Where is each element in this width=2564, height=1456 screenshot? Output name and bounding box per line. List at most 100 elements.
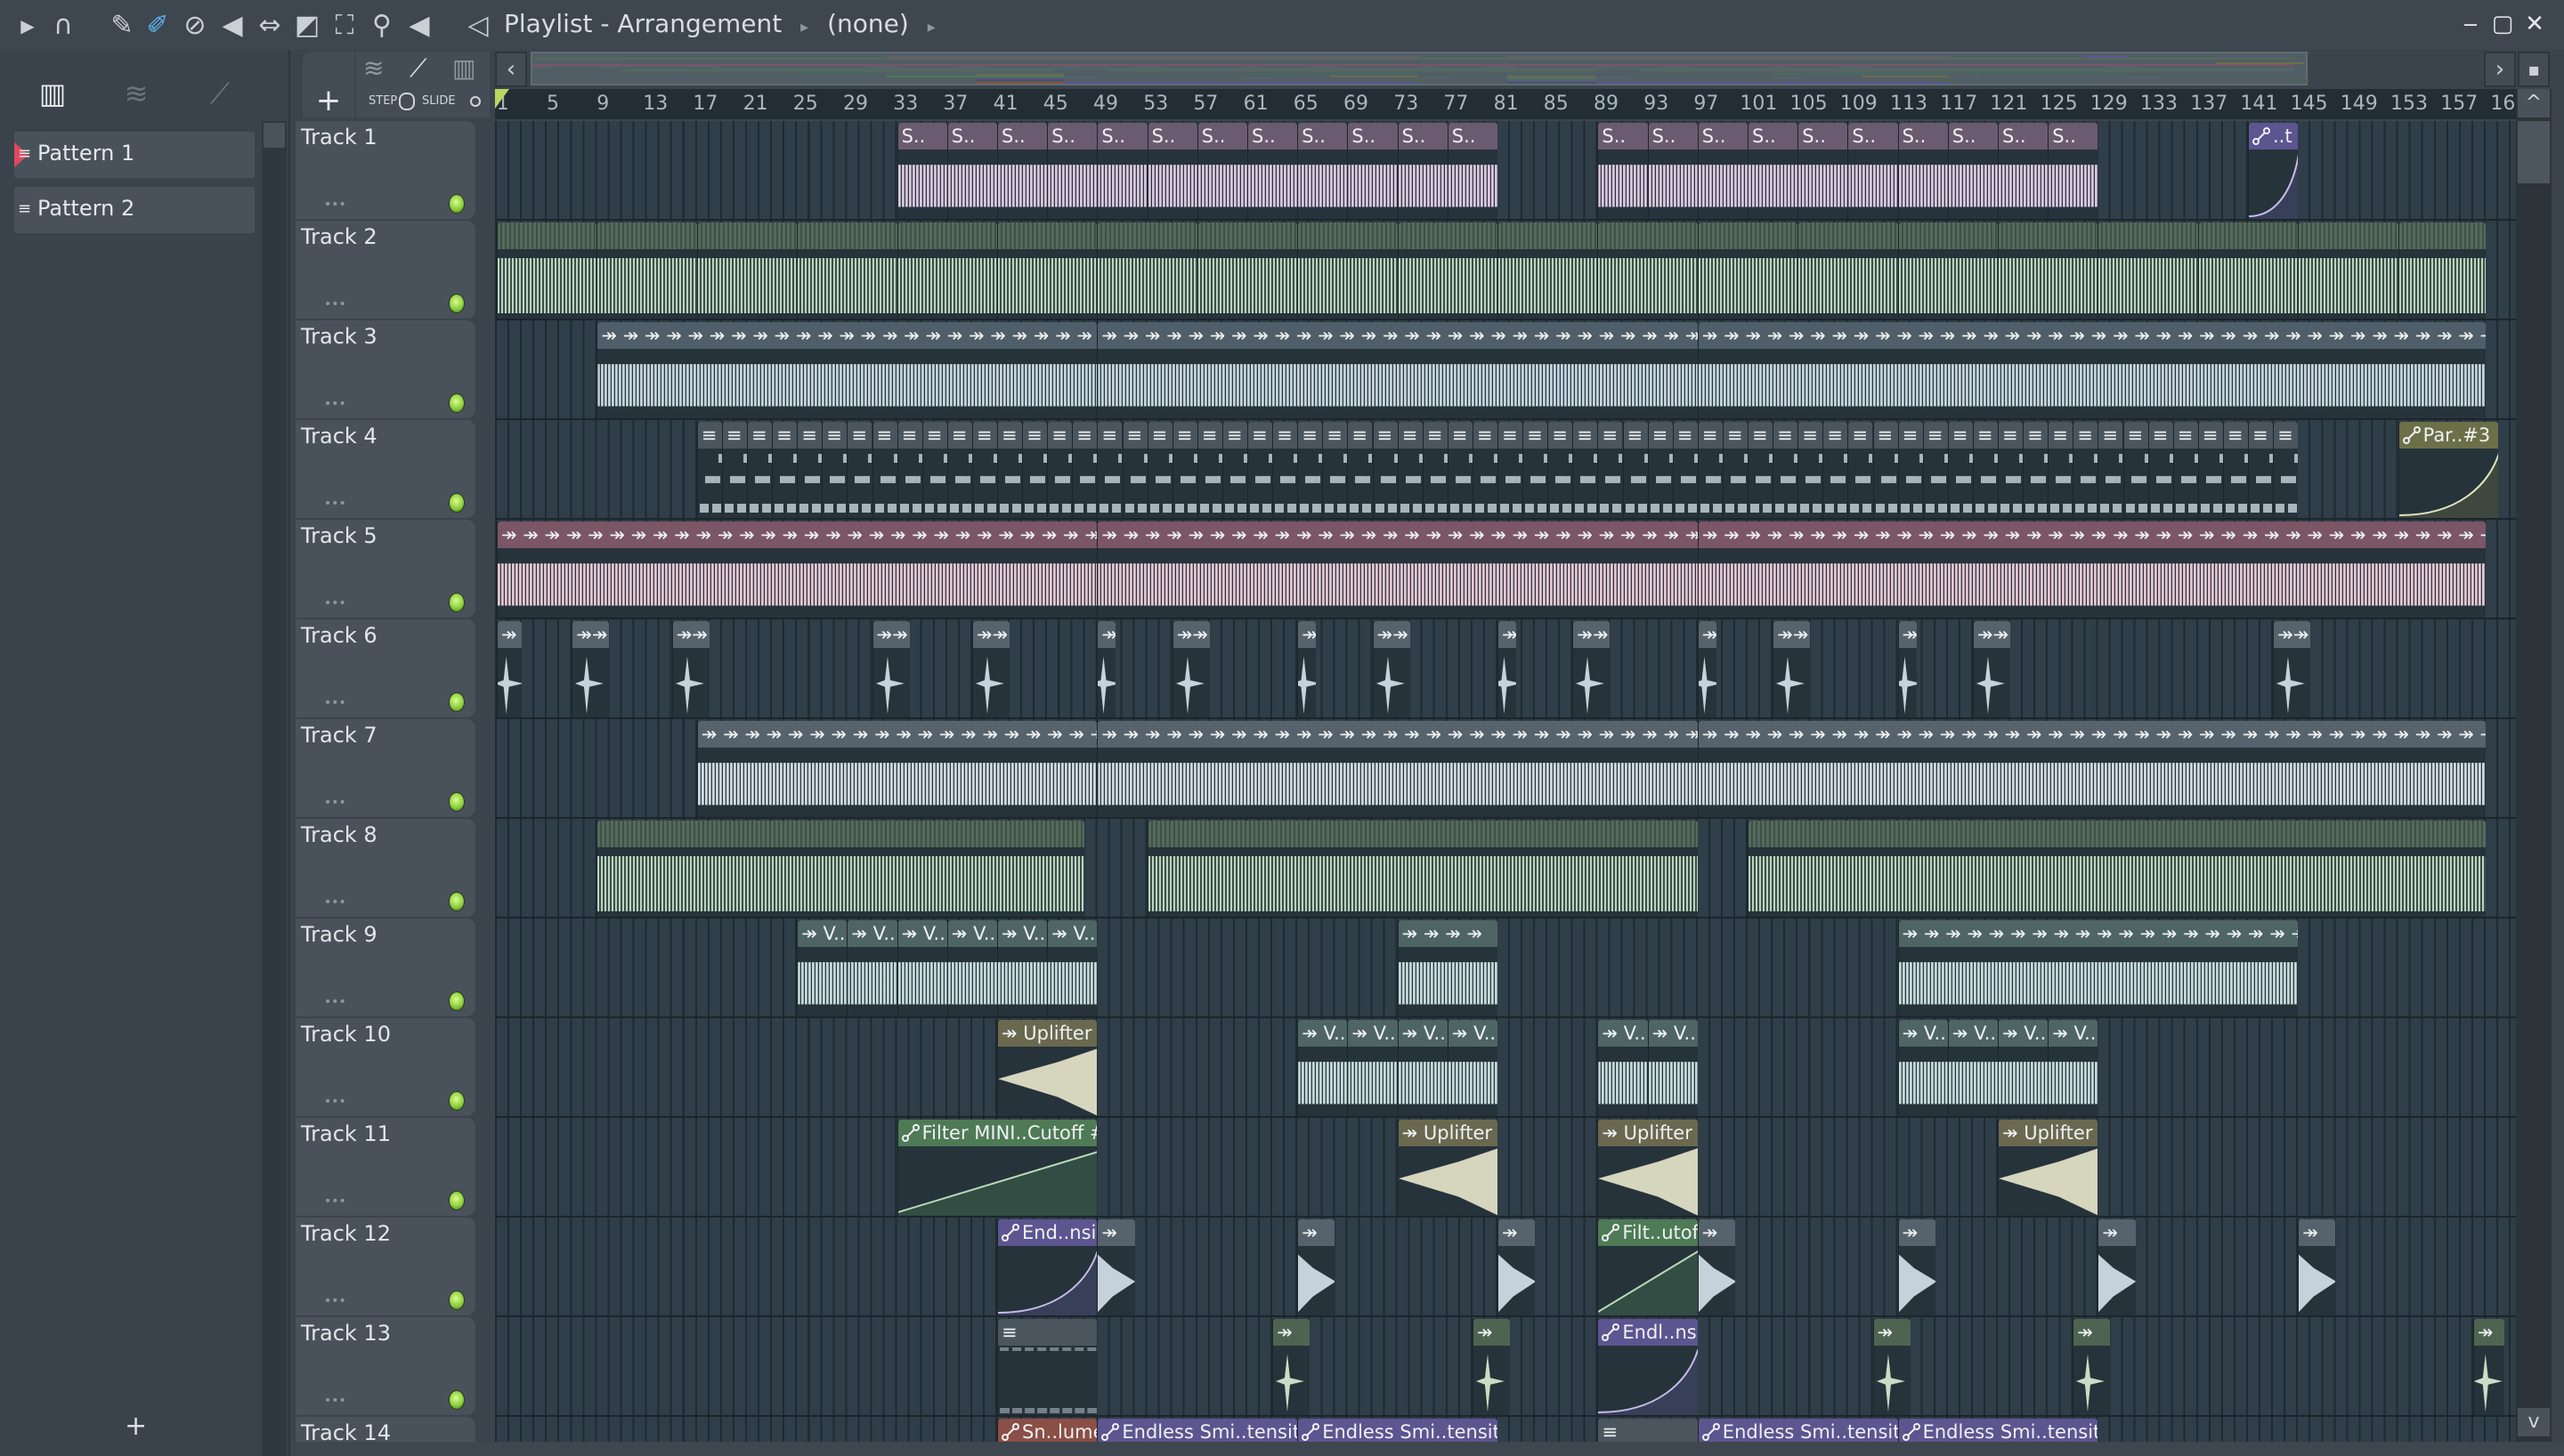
clip-header[interactable] [1999, 222, 2098, 249]
pattern-clip[interactable]: ≡ P.. [1172, 422, 1197, 518]
audio-clip[interactable]: ↠↠ [1372, 621, 1410, 717]
clip-header[interactable] [1698, 222, 1798, 249]
add-track-button[interactable]: + [303, 52, 354, 118]
pattern-clip[interactable]: ≡ P.. [1722, 422, 1748, 518]
pattern-clip[interactable] [797, 222, 897, 319]
clip-header[interactable]: ↠ ↠ ↠ ↠ ↠ ↠ ↠ ↠ ↠ ↠ ↠ ↠ ↠ ↠ ↠ ↠ ↠ ↠ ↠ ↠ … [1698, 522, 2486, 548]
track-lane[interactable]: S.. S.. S.. S.. S.. S.. S.. S.. S.. S.. S.. S.. S.. S… [495, 121, 2516, 221]
clip-header[interactable]: ↠ V.. [1999, 1020, 2049, 1047]
clip-header[interactable]: ↠ [1298, 1219, 1335, 1246]
clip-header[interactable]: ↠↠ [572, 621, 610, 648]
ruler-label[interactable]: 5 [547, 93, 559, 115]
audio-clip[interactable]: ↠↠ [872, 621, 910, 717]
track-header[interactable]: Track 1 ••• [296, 121, 475, 219]
clip-header[interactable] [998, 222, 1098, 249]
clip-header[interactable]: ↠↠ [1973, 621, 2011, 648]
track-lane[interactable]: End..nsit ↠ ↠ ↠ Filt..utoff ↠ ↠ ↠ ↠ [495, 1217, 2516, 1317]
clip-header[interactable]: ≡ P.. [2249, 422, 2274, 449]
clip-header[interactable]: ↠ [1098, 621, 1116, 648]
audio-clip[interactable]: ↠ [497, 621, 523, 717]
clip-header[interactable]: ↠ [1698, 621, 1716, 648]
ruler-label[interactable]: 145 [2291, 93, 2328, 115]
pattern-clip[interactable] [997, 222, 1098, 319]
track-header[interactable]: Track 4 ••• [296, 420, 475, 518]
piano-icon[interactable]: ▥ [452, 53, 475, 83]
clip-header[interactable]: ↠ Uplifter [1598, 1120, 1698, 1146]
track-grip-icon[interactable]: ••• [324, 1394, 346, 1408]
track-mute-led[interactable] [449, 792, 465, 812]
track-header[interactable]: Track 12 ••• [296, 1217, 475, 1315]
audio-clip[interactable]: ↠↠ [971, 621, 1010, 717]
clip-header[interactable]: ↠ [1898, 621, 1917, 648]
pattern-clip[interactable]: ≡ P.. [1547, 422, 1573, 518]
speaker-icon[interactable]: ◁ [463, 11, 493, 41]
automation-clip[interactable]: Endl..nsit [1597, 1319, 1698, 1415]
ruler-label[interactable]: 33 [893, 93, 918, 115]
pattern-clip[interactable]: ≡ P.. [1972, 422, 1998, 518]
audio-clip[interactable]: ↠ [1872, 1319, 1911, 1415]
audio-clip[interactable]: S.. [897, 123, 947, 219]
pattern-selector[interactable]: (none) [827, 9, 909, 38]
clip-header[interactable]: ↠ ↠ ↠ ↠ ↠ ↠ ↠ ↠ ↠ ↠ ↠ ↠ ↠ ↠ ↠ ↠ ↠ ↠ ↠ ↠ … [697, 721, 1098, 748]
pattern-clip[interactable]: ≡ P.. [946, 422, 972, 518]
pattern-clip[interactable]: ≡ P.. [1822, 422, 1848, 518]
track-grip-icon[interactable]: ••• [324, 297, 346, 311]
clip-header[interactable]: ≡ P.. [1848, 422, 1873, 449]
clip-header[interactable]: ≡ P.. [1473, 422, 1497, 449]
clip-header[interactable]: ≡ P.. [1999, 422, 2024, 449]
automation-filter-icon[interactable]: ⟋ [198, 77, 242, 112]
clip-header[interactable]: ↠ ↠ ↠ ↠ ↠ ↠ ↠ ↠ ↠ ↠ ↠ ↠ ↠ ↠ ↠ ↠ ↠ ↠ ↠ ↠ … [1098, 721, 1698, 748]
clip-header[interactable]: ↠ [2473, 1319, 2505, 1346]
clip-header[interactable]: ≡ P.. [998, 422, 1023, 449]
track-lane[interactable]: ≡ ↠ ↠ Endl..nsit ↠ ↠ ↠ [495, 1317, 2516, 1417]
ruler-label[interactable]: 61 [1244, 93, 1269, 115]
automation-clip[interactable]: ..t [2248, 123, 2299, 219]
audio-clip[interactable]: ↠↠ [1972, 621, 2011, 717]
audio-clip[interactable]: S.. [1397, 123, 1448, 219]
track-header[interactable]: Track 13 ••• [296, 1317, 475, 1415]
clip-header[interactable]: ≡ P.. [1548, 422, 1573, 449]
automation-clip[interactable]: Endless Smi..tensit #3 [1297, 1419, 1497, 1442]
track-grip-icon[interactable]: ••• [324, 995, 346, 1009]
audio-clip[interactable]: ↠↠ [1172, 621, 1210, 717]
track-mute-led[interactable] [449, 493, 465, 513]
zoom-icon[interactable]: ⚲ [367, 11, 397, 41]
clip-header[interactable]: ↠ ↠ ↠ ↠ ↠ ↠ ↠ ↠ ↠ ↠ ↠ ↠ ↠ ↠ ↠ ↠ ↠ ↠ ↠ ↠ … [1098, 322, 1698, 349]
menu-arrow-icon[interactable]: ▶ [12, 11, 43, 41]
clip-header[interactable]: S.. [1898, 123, 1948, 150]
track-name[interactable]: Track 12 [301, 1221, 391, 1246]
clip-header[interactable]: S.. [947, 123, 997, 150]
clip-header[interactable]: ≡ P.. [1222, 422, 1247, 449]
ruler-label[interactable]: 109 [1840, 93, 1878, 115]
clip-header[interactable]: ↠ ↠ ↠ ↠ ↠ ↠ ↠ ↠ ↠ ↠ ↠ ↠ ↠ ↠ ↠ ↠ ↠ ↠ ↠ ↠ … [597, 322, 1098, 349]
pattern-clip[interactable]: ≡ P.. [2048, 422, 2073, 518]
track-header[interactable]: Track 2 ••• [296, 221, 475, 319]
pattern-clip[interactable] [1297, 222, 1398, 319]
track-mute-led[interactable] [449, 692, 465, 712]
ruler-label[interactable]: 157 [2440, 93, 2478, 115]
audio-clip[interactable]: ↠ [1497, 1219, 1536, 1315]
audio-clip[interactable]: ↠ V.. [1947, 1020, 1998, 1116]
clip-header[interactable]: ↠ [2073, 1319, 2111, 1346]
pattern-clip[interactable]: ≡ P.. [997, 422, 1023, 518]
slice-icon[interactable]: ◩ [292, 11, 322, 41]
clip-header[interactable] [2198, 222, 2299, 249]
audio-clip[interactable]: S.. [1947, 123, 1998, 219]
ruler-label[interactable]: 137 [2190, 93, 2227, 115]
audio-clip[interactable]: S.. [1447, 123, 1497, 219]
audio-clip[interactable]: S.. [1347, 123, 1398, 219]
pattern-clip[interactable]: ≡ P.. [2273, 422, 2299, 518]
pattern-clip[interactable]: ≡ P.. [2097, 422, 2123, 518]
track-mute-led[interactable] [449, 991, 465, 1011]
clip-header[interactable]: ≡ P.. [897, 422, 922, 449]
clip-header[interactable]: ≡ P.. [1648, 422, 1673, 449]
track-name[interactable]: Track 4 [301, 424, 377, 449]
pattern-clip[interactable] [2398, 222, 2486, 319]
automation-clip[interactable]: Filt..utoff [1597, 1219, 1698, 1315]
audio-clip[interactable]: S.. [1197, 123, 1247, 219]
pattern-clip[interactable]: ≡ P.. [1672, 422, 1698, 518]
track-name[interactable]: Track 9 [301, 922, 377, 947]
pattern-clip[interactable]: ≡ P.. [1847, 422, 1873, 518]
audio-clip[interactable]: ↠↠ [1773, 621, 1811, 717]
track-mute-led[interactable] [449, 1191, 465, 1210]
